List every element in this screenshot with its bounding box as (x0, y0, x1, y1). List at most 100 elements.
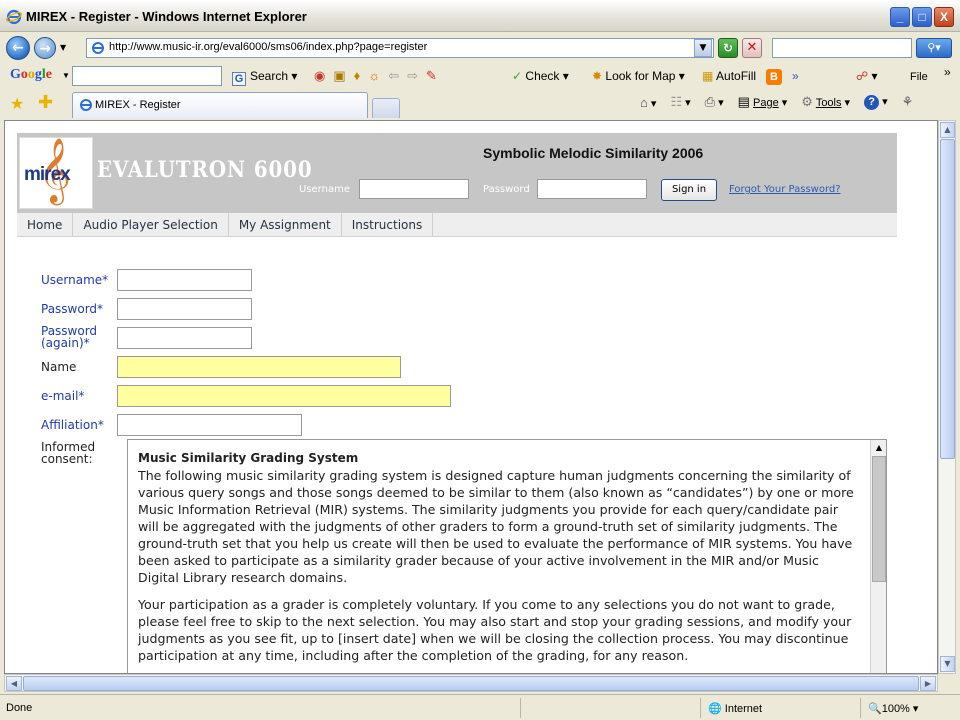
file-menu[interactable]: File (910, 71, 928, 83)
autofill-button[interactable]: ▦ AutoFill (702, 69, 756, 83)
rss-icon: ☷ (670, 94, 683, 109)
password-again-input[interactable] (117, 327, 252, 349)
google-toolbar: Google ▼ G Search ▾ ◉ ▣ ♦ ☼ ⇦ ⇨ ✎ ✓ Check… (0, 62, 960, 90)
news-icon[interactable]: ◉ (314, 68, 325, 84)
scroll-right-icon[interactable]: ▶ (920, 676, 936, 691)
research-icon[interactable]: ⚘ (902, 94, 914, 110)
home-icon: ⌂ (640, 94, 648, 110)
username-label: Username* (41, 273, 109, 287)
nav-audio-player-selection[interactable]: Audio Player Selection (73, 213, 229, 237)
minimize-button[interactable]: _ (890, 7, 910, 27)
popup-blocker-icon[interactable]: ☼ (368, 68, 380, 84)
print-button[interactable]: ⎙ ▾ (705, 94, 724, 110)
address-url: http://www.music-ir.org/eval6000/sms06/i… (109, 41, 428, 53)
page-menu[interactable]: ▤ Page ▾ (738, 94, 788, 110)
scroll-down-icon[interactable]: ▼ (940, 656, 955, 672)
spell-check-icon: ✓ (512, 69, 523, 83)
zoom-level[interactable]: 🔍100% ▾ (868, 702, 918, 715)
password-label: Password* (41, 302, 104, 316)
nav-home[interactable]: Home (17, 213, 74, 237)
favorites-star-icon[interactable]: ★ (10, 94, 24, 113)
site-brand: EVALUTRON 6000 (97, 157, 313, 183)
menu-overflow-icon[interactable]: » (944, 65, 951, 79)
security-zone[interactable]: 🌐 Internet (708, 702, 762, 715)
page-horizontal-scrollbar[interactable]: ◀ ▶ (4, 674, 938, 692)
consent-paragraph-2: Your participation as a grader is comple… (138, 597, 852, 663)
home-button[interactable]: ⌂ ▾ (640, 95, 656, 110)
mirex-logo[interactable]: 𝄞 mirex (19, 137, 93, 209)
zoom-icon: 🔍 (868, 703, 882, 715)
search-go-button[interactable]: ⚲▾ (916, 38, 952, 58)
informed-consent-box[interactable]: Music Similarity Grading System The foll… (127, 439, 887, 673)
tools-menu[interactable]: ⚙ Tools ▾ (801, 94, 850, 110)
consent-paragraph-1: The following music similarity grading s… (138, 468, 854, 585)
status-text: Done (6, 702, 33, 714)
refresh-button[interactable]: ↻ (718, 38, 738, 58)
recent-pages-dropdown-icon[interactable]: ▼ (60, 43, 66, 52)
live-search-input[interactable] (772, 38, 912, 58)
translate-icon[interactable]: ☍ ▾ (856, 69, 878, 83)
login-username-input[interactable] (359, 179, 469, 199)
affiliation-input[interactable] (117, 414, 302, 436)
login-password-input[interactable] (537, 179, 647, 199)
page-scroll-thumb[interactable] (940, 139, 955, 459)
bookmark-icon[interactable]: ♦ (354, 68, 361, 84)
forward-link-icon[interactable]: ⇨ (407, 68, 418, 84)
google-g-icon: G (232, 72, 246, 86)
feeds-button[interactable]: ☷ ▾ (670, 94, 690, 110)
toolbar-overflow-icon[interactable]: » (792, 69, 799, 83)
new-tab-button[interactable] (372, 98, 400, 118)
printer-icon: ⎙ (704, 94, 716, 109)
address-toolbar: ← → ▼ http://www.music-ir.org/eval6000/s… (0, 33, 960, 61)
name-input[interactable] (117, 356, 401, 378)
google-search-input[interactable] (72, 66, 222, 86)
maximize-button[interactable]: □ (912, 7, 932, 27)
consent-scroll-thumb[interactable] (872, 456, 886, 582)
close-window-button[interactable]: X (934, 7, 954, 27)
blogger-icon[interactable]: B (766, 69, 782, 85)
window-titlebar: MIREX - Register - Windows Internet Expl… (0, 0, 960, 32)
back-link-icon[interactable]: ⇦ (388, 68, 399, 84)
address-dropdown-icon[interactable]: ▼ (694, 39, 712, 57)
scroll-left-icon[interactable]: ◀ (6, 676, 22, 691)
username-input[interactable] (117, 269, 252, 291)
login-password-label: Password (483, 184, 530, 195)
tab-favicon-icon (80, 99, 92, 111)
name-label: Name (41, 360, 77, 374)
image-search-icon[interactable]: ▣ (333, 68, 345, 84)
mirex-page: 𝄞 mirex EVALUTRON 6000 Symbolic Melodic … (17, 133, 905, 673)
scroll-up-icon[interactable]: ▲ (940, 122, 955, 138)
email-input[interactable] (117, 385, 451, 407)
back-button[interactable]: ← (6, 36, 30, 60)
informed-consent-label: Informed consent: (41, 440, 96, 466)
page-viewport: 𝄞 mirex EVALUTRON 6000 Symbolic Melodic … (4, 120, 938, 674)
pencil-icon[interactable]: ✎ (426, 68, 437, 84)
spell-check-button[interactable]: ✓ Check ▾ (512, 69, 569, 83)
sign-in-button[interactable]: Sign in (661, 179, 717, 201)
consent-scroll-up-icon[interactable]: ▲ (872, 441, 886, 455)
help-menu[interactable]: ? ▾ (864, 94, 888, 110)
look-for-map-button[interactable]: ✸ Look for Map ▾ (592, 69, 685, 83)
window-title: MIREX - Register - Windows Internet Expl… (26, 9, 307, 24)
google-logo[interactable]: Google (10, 67, 52, 83)
page-vertical-scrollbar[interactable]: ▲ ▼ (938, 120, 956, 674)
forgot-password-link[interactable]: Forgot Your Password? (729, 184, 841, 195)
nav-instructions[interactable]: Instructions (342, 213, 434, 237)
stop-button[interactable]: ✕ (742, 38, 762, 58)
page-hscroll-thumb[interactable] (23, 676, 919, 691)
password-input[interactable] (117, 298, 252, 320)
address-field[interactable]: http://www.music-ir.org/eval6000/sms06/i… (86, 38, 714, 58)
google-search-button[interactable]: G Search ▾ (232, 69, 297, 86)
tab-mirex-register[interactable]: MIREX - Register (72, 92, 368, 118)
consent-heading: Music Similarity Grading System (138, 451, 359, 465)
status-bar: Done 🌐 Internet 🔍100% ▾ (0, 694, 960, 720)
forward-button[interactable]: → (34, 37, 56, 59)
add-favorites-icon[interactable]: ✚ (38, 92, 53, 113)
consent-scrollbar[interactable]: ▲ (870, 440, 886, 673)
email-label: e-mail* (41, 389, 85, 403)
google-menu-dropdown-icon[interactable]: ▼ (62, 71, 70, 80)
site-nav: Home Audio Player Selection My Assignmen… (17, 213, 897, 237)
internet-explorer-icon (6, 9, 22, 25)
login-username-label: Username (299, 184, 350, 195)
nav-my-assignment[interactable]: My Assignment (229, 213, 342, 237)
